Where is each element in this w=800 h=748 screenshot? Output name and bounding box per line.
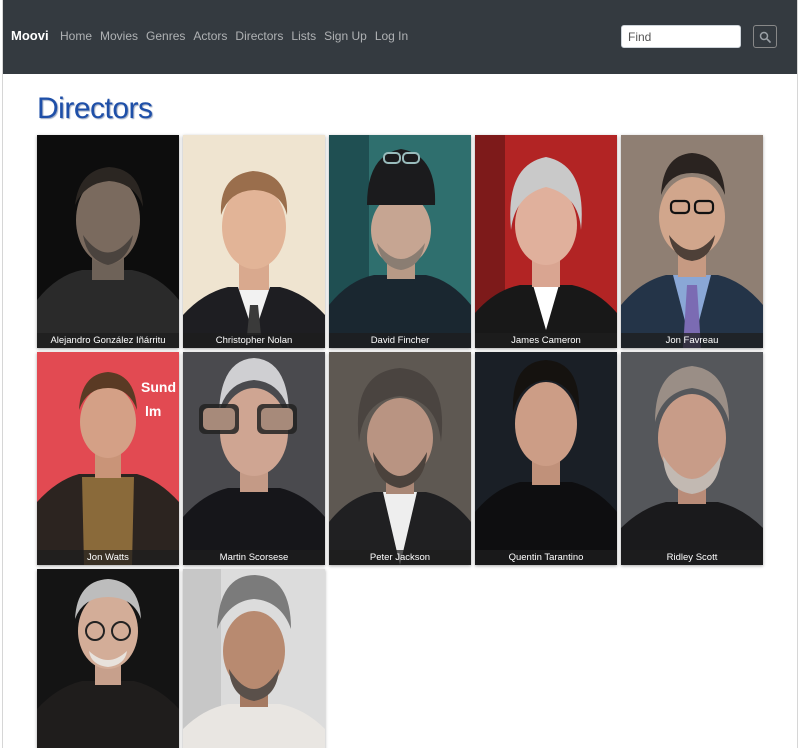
director-photo: [621, 352, 763, 565]
director-card[interactable]: Peter Jackson: [329, 352, 471, 565]
director-name: Jon Favreau: [621, 333, 763, 348]
nav-link-lists[interactable]: Lists: [291, 29, 316, 43]
director-photo: [183, 569, 325, 748]
director-card[interactable]: Ridley Scott: [621, 352, 763, 565]
director-name: Christopher Nolan: [183, 333, 325, 348]
director-name: Alejandro González Iñárritu: [37, 333, 179, 348]
director-card[interactable]: James Cameron: [475, 135, 617, 348]
director-card[interactable]: Christopher Nolan: [183, 135, 325, 348]
director-card[interactable]: Martin Scorsese: [183, 352, 325, 565]
director-photo: [37, 135, 179, 348]
director-photo: [621, 135, 763, 348]
director-card[interactable]: Jon Favreau: [621, 135, 763, 348]
director-card[interactable]: Quentin Tarantino: [475, 352, 617, 565]
search-input[interactable]: [621, 25, 741, 48]
director-card[interactable]: [37, 569, 179, 748]
director-photo: [475, 135, 617, 348]
director-name: James Cameron: [475, 333, 617, 348]
browser-page: Moovi Home Movies Genres Actors Director…: [2, 0, 798, 748]
director-photo: [329, 135, 471, 348]
director-name: Jon Watts: [37, 550, 179, 565]
director-name: David Fincher: [329, 333, 471, 348]
nav-link-actors[interactable]: Actors: [193, 29, 227, 43]
search-button[interactable]: [753, 25, 777, 48]
director-card[interactable]: David Fincher: [329, 135, 471, 348]
nav-links: Home Movies Genres Actors Directors List…: [60, 29, 416, 43]
director-name: Ridley Scott: [621, 550, 763, 565]
director-card[interactable]: Alejandro González Iñárritu: [37, 135, 179, 348]
page-title: Directors: [37, 92, 153, 125]
svg-text:Sund: Sund: [141, 379, 176, 395]
director-card[interactable]: Sund lm Jon Watts: [37, 352, 179, 565]
nav-link-genres[interactable]: Genres: [146, 29, 185, 43]
search-icon: [759, 31, 771, 43]
nav-link-movies[interactable]: Movies: [100, 29, 138, 43]
director-photo: [183, 352, 325, 565]
director-name: Peter Jackson: [329, 550, 471, 565]
nav-link-directors[interactable]: Directors: [235, 29, 283, 43]
director-name: Martin Scorsese: [183, 550, 325, 565]
svg-text:lm: lm: [145, 403, 161, 419]
nav-link-home[interactable]: Home: [60, 29, 92, 43]
director-name: Quentin Tarantino: [475, 550, 617, 565]
navbar: Moovi Home Movies Genres Actors Director…: [3, 0, 797, 74]
nav-link-sign-up[interactable]: Sign Up: [324, 29, 367, 43]
nav-link-log-in[interactable]: Log In: [375, 29, 408, 43]
director-card[interactable]: [183, 569, 325, 748]
director-photo: [329, 352, 471, 565]
director-photo: [475, 352, 617, 565]
director-photo: [37, 569, 179, 748]
director-photo: Sund lm: [37, 352, 179, 565]
director-photo: [183, 135, 325, 348]
brand-logo[interactable]: Moovi: [11, 28, 49, 43]
